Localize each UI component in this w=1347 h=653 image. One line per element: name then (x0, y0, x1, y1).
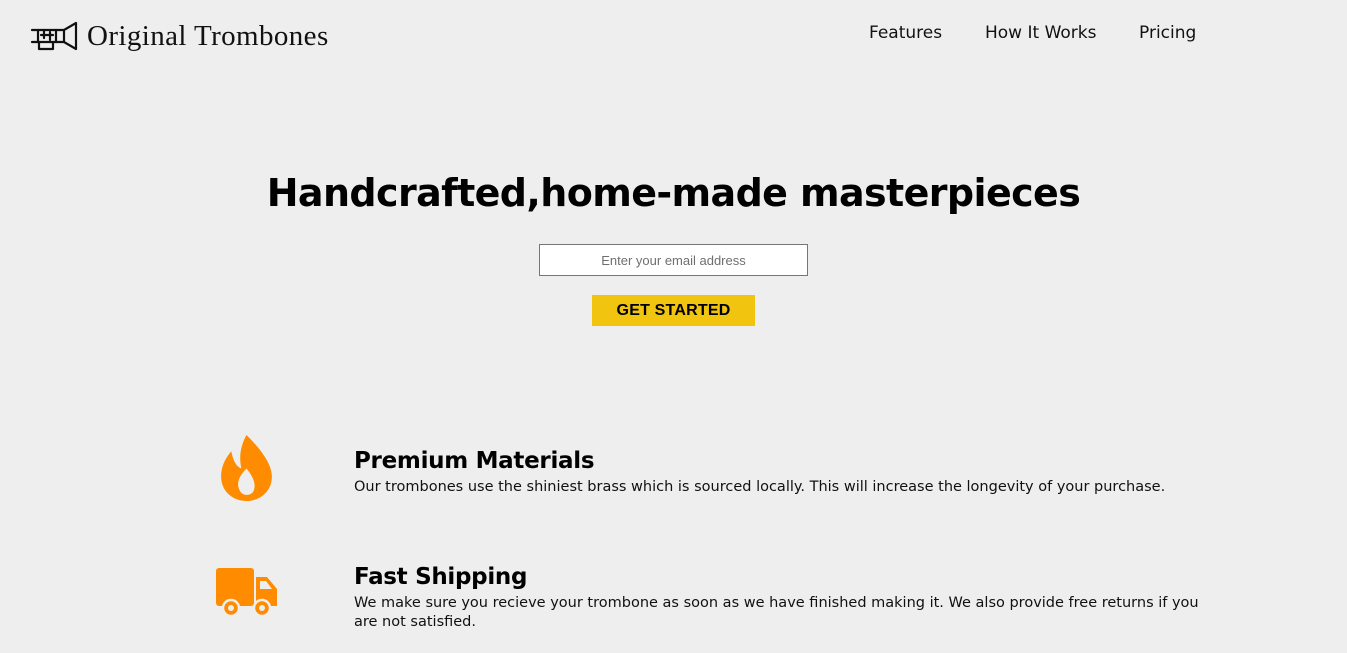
feature-description: Our trombones use the shiniest brass whi… (354, 479, 1166, 495)
feature-title: Premium Materials (354, 448, 595, 474)
get-started-button[interactable]: GET STARTED (592, 295, 755, 326)
nav-link-pricing[interactable]: Pricing (1139, 23, 1196, 43)
nav-link-features[interactable]: Features (869, 23, 942, 43)
nav-link-how-it-works[interactable]: How It Works (985, 23, 1096, 43)
trombone-icon (30, 21, 78, 51)
truck-icon (216, 568, 277, 618)
landing-page: Original Trombones Features How It Works… (0, 0, 1347, 653)
brand-name: Original Trombones (87, 19, 329, 52)
brand-logo[interactable]: Original Trombones (30, 20, 329, 52)
fire-icon (221, 435, 272, 501)
site-header: Original Trombones Features How It Works… (0, 0, 1347, 78)
hero-title: Handcrafted,home-made masterpieces (266, 171, 1081, 215)
feature-description: We make sure you recieve your trombone a… (354, 595, 1199, 630)
feature-title: Fast Shipping (354, 564, 528, 590)
email-input[interactable] (539, 244, 808, 276)
